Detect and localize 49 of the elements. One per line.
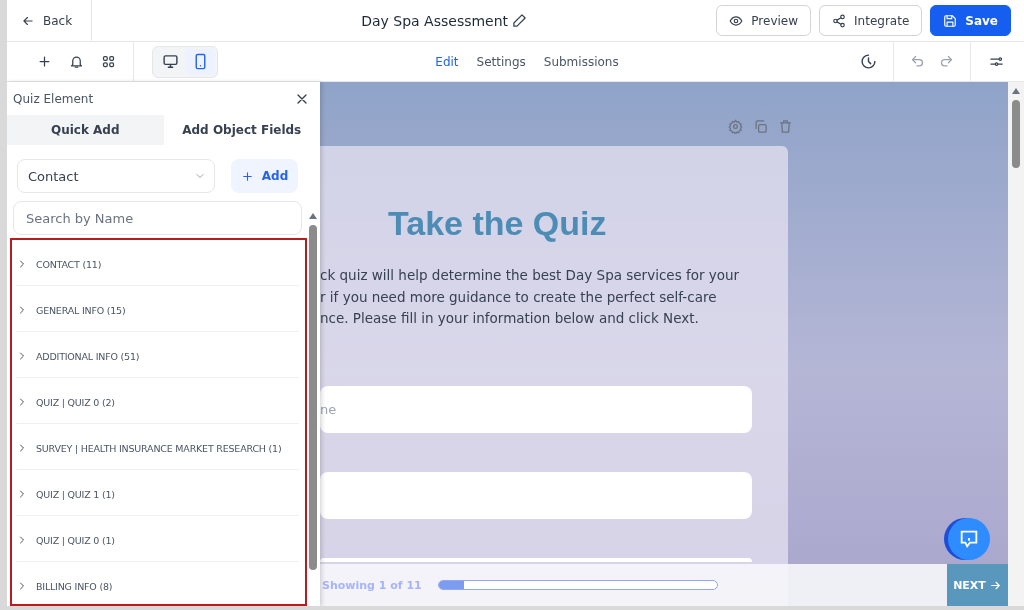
grid-icon[interactable]: [100, 54, 116, 69]
chat-button[interactable]: [948, 518, 990, 560]
save-button[interactable]: Save: [930, 5, 1011, 36]
panel-title: Quiz Element: [13, 91, 94, 106]
field-group-row[interactable]: QUIZ | QUIZ 1 (1): [16, 470, 299, 516]
form-title: Day Spa Assessment: [361, 12, 509, 29]
progress-text: Showing 1 of 11: [322, 578, 422, 592]
plus-icon: [240, 169, 254, 183]
chat-info-icon: [958, 528, 980, 550]
editor-tab[interactable]: Edit: [428, 50, 466, 73]
preview-button[interactable]: Preview: [716, 5, 812, 36]
quiz-heading: Take the Quiz: [388, 204, 608, 243]
copy-icon: [753, 119, 768, 134]
editor-tab[interactable]: Settings: [469, 50, 533, 73]
share-icon: [832, 13, 847, 28]
editor-tab[interactable]: Submissions: [536, 50, 626, 73]
field-group-row[interactable]: QUIZ | QUIZ 0 (1): [16, 516, 299, 562]
field-group-row[interactable]: QUIZ | QUIZ 0 (2): [16, 378, 299, 424]
intro-text: nce. Please fill in your information below and click Next.: [320, 309, 700, 328]
save-icon: [943, 13, 958, 28]
gear-icon: [728, 119, 743, 134]
back-button[interactable]: Back: [7, 0, 92, 42]
redo-icon: [939, 54, 954, 69]
history-icon: [860, 53, 877, 70]
integrate-button[interactable]: Integrate: [819, 5, 923, 36]
input-field[interactable]: [320, 557, 752, 562]
input-field[interactable]: [320, 471, 752, 519]
field-group-row[interactable]: CONTACT (11): [16, 240, 299, 286]
undo-icon: [910, 54, 925, 69]
search-field[interactable]: Search by Name: [13, 201, 302, 235]
field-group-row[interactable]: GENERAL INFO (15): [16, 286, 299, 332]
field-group-row[interactable]: BILLING INFO (8): [16, 562, 299, 604]
eye-icon: [729, 13, 744, 28]
desktop-icon: [161, 53, 179, 70]
scrollbar[interactable]: [1008, 82, 1024, 606]
field-group-row[interactable]: ADDITIONAL INFO (51): [16, 332, 299, 378]
field-group-row[interactable]: SURVEY | HEALTH INSURANCE MARKET RESEARCH (1): [16, 424, 299, 470]
intro-text: r if you need more guidance to create the perfect self-care: [320, 287, 718, 307]
contact-dropdown[interactable]: Contact: [17, 159, 215, 193]
device-toggle[interactable]: [185, 48, 215, 75]
add-button[interactable]: Add: [231, 159, 298, 193]
add-icon[interactable]: [36, 54, 52, 69]
pencil-icon: [512, 13, 528, 28]
bell-icon[interactable]: [68, 54, 84, 69]
input-field[interactable]: ne: [320, 385, 752, 433]
sliders-icon: [989, 54, 1004, 69]
intro-text: ck quiz will help determine the best Day Spa services for your: [320, 266, 741, 285]
trash-icon: [778, 119, 793, 134]
panel-tab[interactable]: Quick Add: [7, 115, 164, 145]
